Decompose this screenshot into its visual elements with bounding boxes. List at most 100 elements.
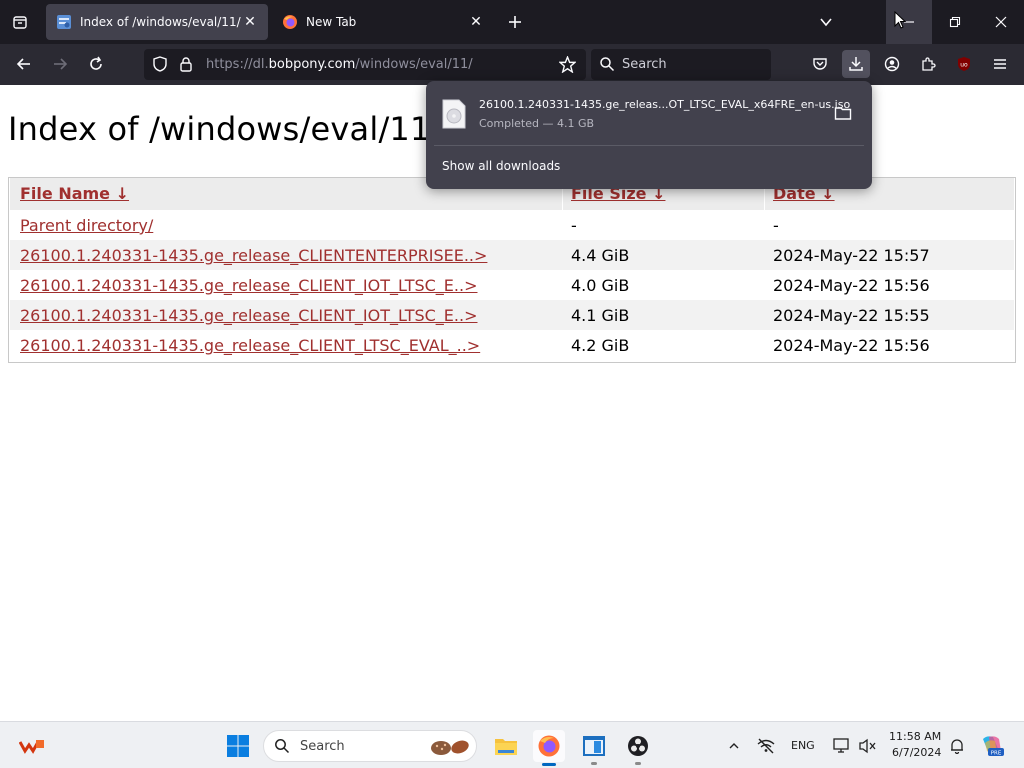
- open-folder-icon[interactable]: [834, 105, 852, 121]
- widgets-button[interactable]: [16, 730, 48, 762]
- lock-icon[interactable]: [178, 56, 194, 72]
- start-button[interactable]: [222, 730, 254, 762]
- hamburger-menu-icon: [994, 59, 1006, 69]
- address-bar[interactable]: https://dl.bobpony.com/windows/eval/11/: [144, 49, 586, 80]
- download-icon: [849, 57, 863, 71]
- tab-close-icon[interactable]: ✕: [468, 14, 484, 30]
- plus-icon: [509, 16, 521, 28]
- extensions-button[interactable]: [914, 50, 942, 78]
- copilot-pre-icon: PRE: [983, 736, 1004, 756]
- taskbar-app-window[interactable]: [578, 730, 610, 765]
- clock-date[interactable]: 6/7/2024: [892, 746, 941, 759]
- page-favicon-icon: [57, 15, 71, 29]
- minimize-button[interactable]: [886, 0, 932, 44]
- speaker-muted-icon: [859, 738, 876, 754]
- restore-icon: [949, 16, 961, 28]
- table-row: 26100.1.240331-1435.ge_release_CLIENT_IO…: [10, 270, 1014, 300]
- reload-button[interactable]: [82, 50, 110, 78]
- tracking-protection-shield-icon[interactable]: [152, 56, 168, 72]
- download-file-name: 26100.1.240331-1435.ge_releas...OT_LTSC_…: [479, 98, 851, 111]
- directory-listing-table: File Name ↓ File Size ↓ Date ↓ Parent di…: [8, 177, 1016, 363]
- close-window-button[interactable]: [978, 0, 1024, 44]
- input-language-indicator[interactable]: ENG: [791, 739, 815, 752]
- tab-new-tab[interactable]: New Tab ✕: [272, 4, 494, 40]
- bookmark-star-icon[interactable]: [559, 56, 576, 73]
- file-size: 4.0 GiB: [571, 276, 630, 295]
- url-prefix: https://dl.: [206, 57, 269, 72]
- arrow-left-icon: [16, 58, 30, 70]
- new-tab-button[interactable]: [502, 8, 528, 36]
- downloads-panel: 26100.1.240331-1435.ge_releas...OT_LTSC_…: [426, 81, 872, 189]
- folder-icon: [495, 739, 517, 755]
- table-row: 26100.1.240331-1435.ge_release_CLIENTENT…: [10, 240, 1014, 270]
- chevron-up-icon: [729, 743, 739, 749]
- search-icon: [600, 57, 615, 72]
- ublock-origin-button[interactable]: uo: [950, 50, 978, 78]
- pocket-button[interactable]: [806, 50, 834, 78]
- mouse-cursor-icon: [894, 11, 906, 29]
- widgets-icon: [19, 740, 44, 754]
- volume-tray-button[interactable]: [852, 730, 884, 762]
- forward-button[interactable]: [46, 50, 74, 78]
- copilot-button[interactable]: PRE: [976, 730, 1008, 762]
- file-name-link[interactable]: Parent directory/: [20, 216, 153, 235]
- taskbar-search-box[interactable]: Search: [263, 730, 477, 762]
- file-name-link[interactable]: 26100.1.240331-1435.ge_release_CLIENT_IO…: [20, 306, 478, 325]
- no-internet-icon: [757, 738, 775, 754]
- obs-studio-icon: [628, 736, 648, 756]
- pocket-icon: [813, 58, 827, 70]
- search-placeholder: Search: [622, 57, 667, 72]
- file-name-link[interactable]: 26100.1.240331-1435.ge_release_CLIENT_LT…: [20, 336, 480, 355]
- table-row: 26100.1.240331-1435.ge_release_CLIENT_LT…: [10, 330, 1014, 360]
- file-size: -: [571, 216, 577, 235]
- file-name-link[interactable]: 26100.1.240331-1435.ge_release_CLIENT_IO…: [20, 276, 478, 295]
- show-hidden-icons-button[interactable]: [718, 730, 750, 762]
- network-tray-button[interactable]: [750, 730, 782, 762]
- file-date: 2024-May-22 15:57: [773, 246, 930, 265]
- account-button[interactable]: [878, 50, 906, 78]
- panel-divider: [434, 145, 864, 146]
- taskbar-firefox[interactable]: [533, 730, 565, 766]
- column-header-file-name[interactable]: File Name ↓: [20, 184, 129, 203]
- firefox-logo-icon: [283, 15, 297, 29]
- active-app-indicator: [542, 763, 556, 766]
- puzzle-piece-icon: [922, 57, 936, 71]
- running-app-indicator: [591, 762, 597, 765]
- downloads-button[interactable]: [842, 50, 870, 78]
- file-name-link[interactable]: 26100.1.240331-1435.ge_release_CLIENTENT…: [20, 246, 487, 265]
- download-status: Completed — 4.1 GB: [479, 117, 595, 130]
- windows-taskbar: Search ENG 11:58 AM 6/7/2024 PRE: [0, 721, 1024, 768]
- taskbar-file-explorer[interactable]: [490, 730, 522, 762]
- file-date: 2024-May-22 15:55: [773, 306, 930, 325]
- show-all-downloads-button[interactable]: Show all downloads: [442, 159, 560, 173]
- app-menu-button[interactable]: [986, 50, 1014, 78]
- list-all-tabs-button[interactable]: [812, 8, 840, 36]
- url-host: bobpony.com: [268, 57, 356, 72]
- taskbar-obs-studio[interactable]: [622, 730, 654, 765]
- taskbar-search-placeholder: Search: [300, 739, 345, 754]
- notifications-button[interactable]: [941, 730, 973, 762]
- tab-index-of-windows-eval[interactable]: Index of /windows/eval/11/ ✕: [46, 4, 268, 40]
- back-button[interactable]: [10, 50, 38, 78]
- disc-image-file-icon: [442, 99, 466, 129]
- firefox-view-button[interactable]: [6, 8, 34, 36]
- table-row: Parent directory/ - -: [10, 210, 1014, 240]
- windows-logo-icon: [227, 735, 249, 757]
- firefox-logo-icon: [538, 735, 560, 757]
- search-bar[interactable]: Search: [591, 49, 771, 80]
- bell-icon: [951, 739, 963, 754]
- file-size: 4.1 GiB: [571, 306, 630, 325]
- navigation-toolbar: https://dl.bobpony.com/windows/eval/11/ …: [0, 44, 1024, 85]
- download-item[interactable]: 26100.1.240331-1435.ge_releas...OT_LTSC_…: [434, 89, 864, 141]
- firefox-view-icon: [13, 16, 27, 29]
- restore-button[interactable]: [932, 0, 978, 44]
- ublock-origin-icon: uo: [958, 57, 970, 71]
- file-size: 4.2 GiB: [571, 336, 630, 355]
- running-app-indicator: [635, 762, 641, 765]
- clock-time[interactable]: 11:58 AM: [889, 730, 941, 743]
- file-date: 2024-May-22 15:56: [773, 276, 930, 295]
- svg-text:uo: uo: [960, 62, 968, 69]
- tab-close-icon[interactable]: ✕: [242, 14, 258, 30]
- url-path: /windows/eval/11/: [355, 57, 473, 72]
- url-text[interactable]: https://dl.bobpony.com/windows/eval/11/: [206, 57, 473, 72]
